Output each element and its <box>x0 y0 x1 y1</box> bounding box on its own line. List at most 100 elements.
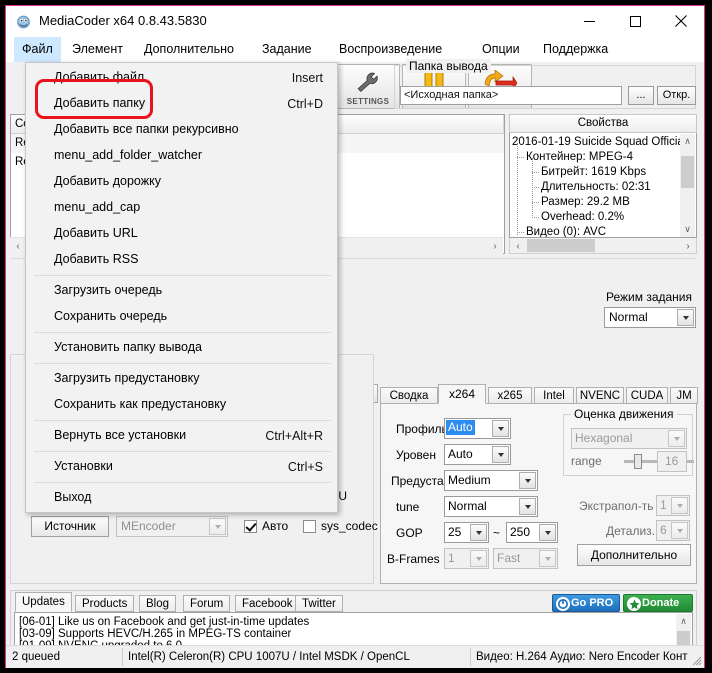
tree-dash <box>532 202 539 203</box>
tab-cuda[interactable]: CUDA <box>626 387 668 404</box>
menu-item-add-url[interactable]: Добавить URL <box>27 221 338 247</box>
tab-summary[interactable]: Сводка <box>380 387 438 404</box>
tree-node-container[interactable]: Контейнер: MPEG-4 <box>526 150 696 165</box>
gop-min-select[interactable]: 25 <box>444 522 489 543</box>
donate-button[interactable]: Donate <box>623 594 693 612</box>
chevron-down-icon[interactable] <box>492 420 509 437</box>
properties-header[interactable]: Свойства <box>509 114 697 133</box>
menu-item-add-track[interactable]: Добавить дорожку <box>27 169 338 195</box>
profile-select[interactable]: Auto <box>444 418 511 439</box>
bframes-mode-select[interactable]: Fast <box>493 548 558 569</box>
maximize-button[interactable] <box>612 6 658 36</box>
bframes-count-select[interactable]: 1 <box>444 548 489 569</box>
level-select[interactable]: Auto <box>444 444 511 465</box>
scroll-up-icon[interactable]: ∧ <box>676 614 691 629</box>
tab-blog[interactable]: Blog <box>139 595 177 612</box>
scrollbar-thumb[interactable] <box>527 239 595 252</box>
menu-item-save-preset[interactable]: Сохранить как предустановку <box>27 392 338 418</box>
menu-item-add-folder-watcher[interactable]: menu_add_folder_watcher <box>27 143 338 169</box>
output-folder-title: Папка вывода <box>406 59 491 73</box>
scroll-right-icon[interactable]: › <box>680 238 696 254</box>
menu-item-add-rss[interactable]: Добавить RSS <box>27 247 338 273</box>
detail-select[interactable]: 6 <box>656 520 690 541</box>
properties-vertical-scrollbar[interactable]: ∧ ∨ <box>680 134 695 237</box>
scrollbar-thumb[interactable] <box>677 631 690 645</box>
tune-select[interactable]: Normal <box>444 496 538 517</box>
source-auto-checkbox[interactable] <box>244 520 257 533</box>
tab-forum[interactable]: Forum <box>183 595 231 612</box>
chevron-down-icon[interactable] <box>677 309 694 326</box>
output-folder-input[interactable]: <Исходная папка> <box>400 86 622 105</box>
task-mode-select[interactable]: Normal <box>604 307 696 328</box>
menu-item-add-all-folders-recursive[interactable]: Добавить все папки рекурсивно <box>27 117 338 143</box>
range-value-field[interactable]: 16 <box>657 451 687 472</box>
preset-select[interactable]: Medium <box>444 470 538 491</box>
tab-x265[interactable]: x265 <box>488 387 532 404</box>
tab-updates[interactable]: Updates <box>15 592 72 612</box>
tab-facebook[interactable]: Facebook <box>235 595 300 612</box>
scroll-right-icon[interactable]: › <box>487 238 503 254</box>
menu-item-set-output-folder[interactable]: Установить папку вывода <box>27 335 338 361</box>
tree-node-bitrate[interactable]: Битрейт: 1619 Kbps <box>541 165 696 180</box>
tree-node-size[interactable]: Размер: 29.2 MB <box>541 195 696 210</box>
menu-task[interactable]: Задание <box>254 37 320 62</box>
menu-item-add-cap[interactable]: menu_add_cap <box>27 195 338 221</box>
menu-item-save-queue[interactable]: Сохранить очередь <box>27 304 338 330</box>
resize-grip-icon[interactable] <box>690 654 702 666</box>
chevron-down-icon[interactable] <box>539 524 556 541</box>
source-button[interactable]: Источник <box>31 516 109 537</box>
chevron-down-icon[interactable] <box>492 446 509 463</box>
close-button[interactable] <box>658 6 704 36</box>
scroll-up-icon[interactable]: ∧ <box>680 134 695 149</box>
menu-element[interactable]: Элемент <box>64 37 131 62</box>
tree-node-video[interactable]: Видео (0): AVC <box>526 225 696 237</box>
chevron-down-icon[interactable] <box>671 497 688 514</box>
advanced-button[interactable]: Дополнительно <box>577 544 691 566</box>
scroll-left-icon[interactable]: ‹ <box>510 238 526 254</box>
menu-item-load-queue[interactable]: Загрузить очередь <box>27 278 338 304</box>
sys-codec-checkbox[interactable] <box>303 520 316 533</box>
scroll-left-icon[interactable]: ‹ <box>10 238 26 254</box>
menu-item-load-preset[interactable]: Загрузить предустановку <box>27 366 338 392</box>
scrollbar-thumb[interactable] <box>681 156 694 188</box>
tree-node-root[interactable]: 2016-01-19 Suicide Squad Official T <box>512 135 684 150</box>
tree-node-overhead[interactable]: Overhead: 0.2% <box>541 210 696 225</box>
chevron-down-icon[interactable] <box>671 522 688 539</box>
go-pro-button[interactable]: Go PRO <box>552 594 620 612</box>
scroll-down-icon[interactable]: ∨ <box>680 222 695 237</box>
properties-horizontal-scrollbar[interactable]: ‹ › <box>509 238 697 254</box>
tab-twitter[interactable]: Twitter <box>295 595 343 612</box>
minimize-button[interactable] <box>566 6 612 36</box>
tab-jm[interactable]: JM <box>670 387 698 404</box>
tab-products[interactable]: Products <box>75 595 135 612</box>
output-folder-open-button[interactable]: Откр. <box>657 86 696 105</box>
range-slider-thumb[interactable] <box>634 454 642 469</box>
properties-tree[interactable]: 2016-01-19 Suicide Squad Official T Конт… <box>509 133 697 238</box>
chevron-down-icon[interactable] <box>519 498 536 515</box>
status-codecs: Видео: H.264 Аудио: Nero Encoder Конт <box>476 651 688 663</box>
gop-max-select[interactable]: 250 <box>506 522 558 543</box>
menu-item-exit[interactable]: Выход <box>27 485 338 511</box>
toolbar-button-settings[interactable]: SETTINGS <box>336 64 400 109</box>
donate-label: Donate <box>642 597 680 609</box>
bframes-count-value: 1 <box>448 551 455 565</box>
file-dropdown-menu[interactable]: Добавить файл Insert Добавить папку Ctrl… <box>25 62 338 513</box>
chevron-down-icon[interactable] <box>209 518 226 535</box>
motion-estimation-select[interactable]: Hexagonal <box>571 428 687 449</box>
menu-support[interactable]: Поддержка <box>535 37 616 62</box>
menu-advanced[interactable]: Дополнительно <box>136 37 242 62</box>
tab-intel[interactable]: Intel <box>534 387 574 404</box>
output-folder-browse-button[interactable]: ... <box>628 86 654 105</box>
chevron-down-icon[interactable] <box>470 524 487 541</box>
tab-nvenc[interactable]: NVENC <box>576 387 624 404</box>
extrapolate-select[interactable]: 1 <box>656 495 690 516</box>
chevron-down-icon[interactable] <box>519 472 536 489</box>
menu-file[interactable]: Файл <box>14 37 61 62</box>
source-select[interactable]: MEncoder <box>116 516 228 537</box>
accel-add-folder: Ctrl+D <box>287 97 323 111</box>
tab-x264[interactable]: x264 <box>438 384 486 404</box>
tree-node-duration[interactable]: Длительность: 02:31 <box>541 180 696 195</box>
chevron-down-icon[interactable] <box>470 550 487 567</box>
chevron-down-icon[interactable] <box>668 430 685 447</box>
chevron-down-icon[interactable] <box>539 550 556 567</box>
